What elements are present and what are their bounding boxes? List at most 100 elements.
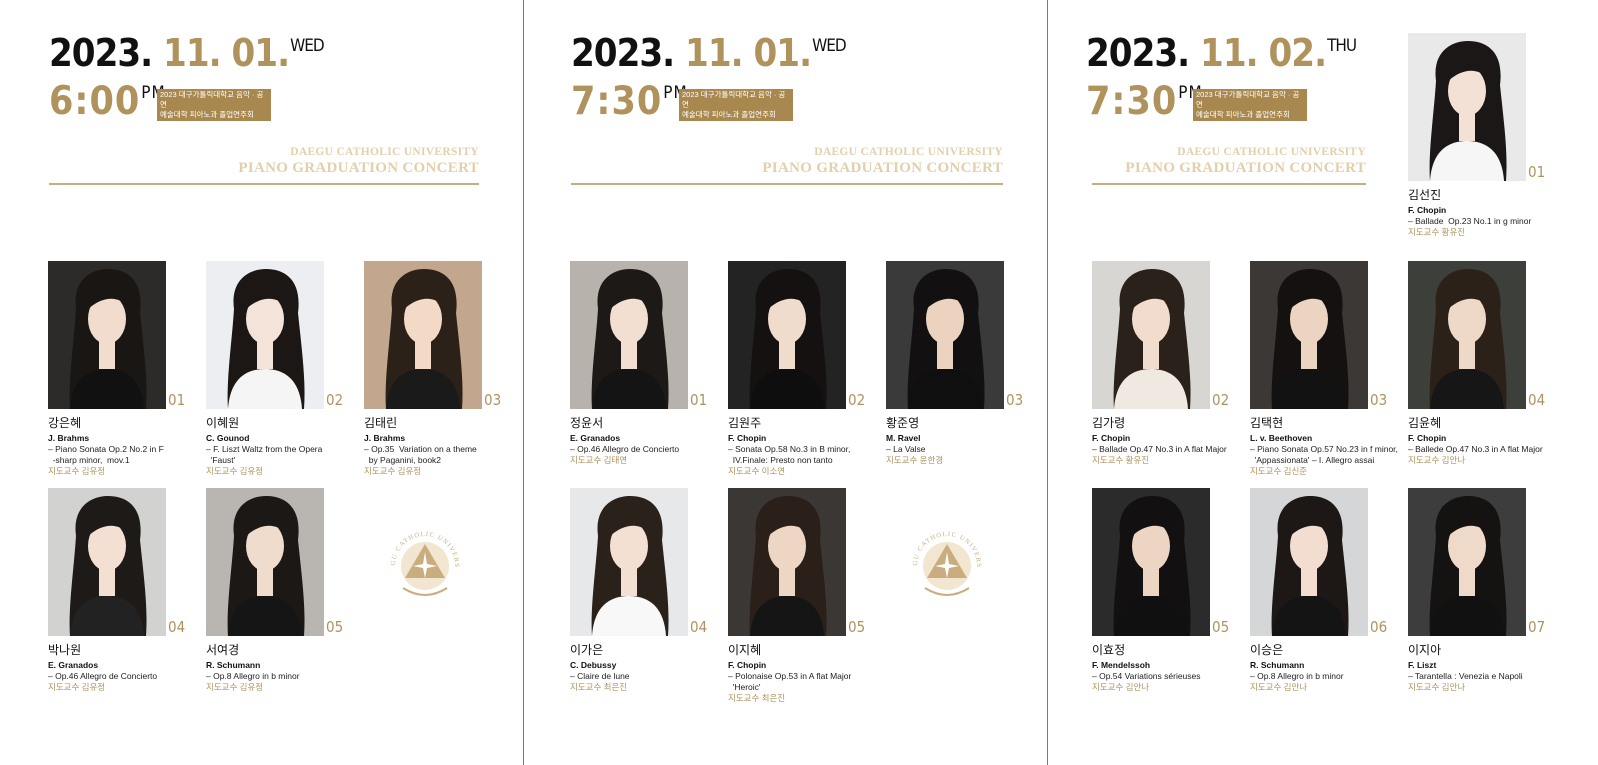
concert-date: 2023. 11. 01.WED <box>49 31 325 75</box>
event-tag: 2023 대구가톨릭대학교 음악 · 공연 예술대학 피아노과 졸업연주회 <box>157 89 271 121</box>
performer-name: 김가령 <box>1092 416 1126 430</box>
advising-professor: 지도교수 황유진 <box>1408 227 1466 237</box>
university-title: DAEGU CATHOLIC UNIVERSITY PIANO GRADUATIO… <box>1125 146 1366 176</box>
performer-name: 이가은 <box>570 643 604 657</box>
performer-photo <box>728 261 846 409</box>
program-work: – Op.46 Allegro de Concierto <box>570 444 680 454</box>
advising-professor: 지도교수 윤한경 <box>886 455 944 465</box>
program-work: – Op.8 Allegro in b minor <box>1250 671 1344 681</box>
concert-time: 7:30PM <box>571 79 688 124</box>
university-seal-logo: DAEGU CATHOLIC UNIVERSITY <box>380 517 467 606</box>
concert-date: 2023. 11. 01.WED <box>571 31 847 75</box>
performer-info: 이효정 F. Mendelssoh – Op.54 Variations série… <box>1092 643 1242 693</box>
advising-professor: 지도교수 최은진 <box>728 693 786 703</box>
performer-number: 03 <box>484 391 502 409</box>
program-work: – Sonata Op.58 No.3 in B minor, IV.Final… <box>728 444 851 465</box>
performer-photo <box>48 261 166 409</box>
performer-info: 김윤혜 F. Chopin – Ballede Op.47 No.3 in A fl… <box>1408 416 1558 466</box>
performer-number: 04 <box>1528 391 1546 409</box>
performer-name: 김택현 <box>1250 416 1284 430</box>
advising-professor: 지도교수 김유정 <box>48 682 106 692</box>
performer-name: 이효정 <box>1092 643 1126 657</box>
title-rule <box>1092 183 1366 185</box>
performer-number: 05 <box>1212 618 1230 636</box>
composer-name: F. Chopin <box>1408 205 1447 215</box>
composer-name: F. Chopin <box>728 433 767 443</box>
performer-number: 01 <box>690 391 708 409</box>
performer-info: 이승은 R. Schumann – Op.8 Allegro in b minor 지… <box>1250 643 1400 693</box>
composer-name: E. Granados <box>570 433 621 443</box>
performer-number: 02 <box>848 391 866 409</box>
performer-number: 03 <box>1370 391 1388 409</box>
composer-name: R. Schumann <box>1250 660 1305 670</box>
performer-number: 04 <box>690 618 708 636</box>
university-title: DAEGU CATHOLIC UNIVERSITY PIANO GRADUATIO… <box>762 146 1003 176</box>
concert-date: 2023. 11. 02.THU <box>1086 31 1357 75</box>
performer-name: 김윤혜 <box>1408 416 1442 430</box>
performer-info: 황준영 M. Ravel – La Valse 지도교수 윤한경 <box>886 416 1036 466</box>
performer-photo <box>206 261 324 409</box>
performer-number: 05 <box>848 618 866 636</box>
performer-info: 이가은 C. Debussy – Claire de lune 지도교수 최은진 <box>570 643 720 693</box>
title-rule <box>571 183 1003 185</box>
university-seal-logo: DAEGU CATHOLIC UNIVERSITY <box>902 517 989 606</box>
program-work: – Op.46 Allegro de Concierto <box>48 671 158 681</box>
advising-professor: 지도교수 김신준 <box>1250 466 1308 476</box>
composer-name: F. Chopin <box>1408 433 1447 443</box>
advising-professor: 지도교수 김유정 <box>48 466 106 476</box>
performer-name: 김선진 <box>1408 188 1442 202</box>
performer-photo <box>570 261 688 409</box>
performer-name: 이혜원 <box>206 416 240 430</box>
program-work: – Ballede Op.47 No.3 in A flat Major <box>1408 444 1543 454</box>
performer-number: 03 <box>1006 391 1024 409</box>
composer-name: F. Chopin <box>1092 433 1131 443</box>
program-work: – Tarantella : Venezia e Napoli <box>1408 671 1523 681</box>
advising-professor: 지도교수 김안나 <box>1408 682 1466 692</box>
performer-info: 김원주 F. Chopin – Sonata Op.58 No.3 in B min… <box>728 416 878 477</box>
advising-professor: 지도교수 김태연 <box>570 455 628 465</box>
program-work: – F. Liszt Waltz from the Opera 'Faust' <box>206 444 323 465</box>
concert-panel-3: 2023. 11. 02.THU 7:30PM 2023 대구가톨릭대학교 음악… <box>1037 0 1598 765</box>
performer-photo <box>570 488 688 636</box>
event-tag: 2023 대구가톨릭대학교 음악 · 공연 예술대학 피아노과 졸업연주회 <box>679 89 793 121</box>
performer-name: 박나원 <box>48 643 82 657</box>
performer-info: 강은혜 J. Brahms – Piano Sonata Op.2 No.2 in … <box>48 416 198 477</box>
composer-name: C. Debussy <box>570 660 617 670</box>
advising-professor: 지도교수 김유정 <box>364 466 422 476</box>
performer-info: 이혜원 C. Gounod – F. Liszt Waltz from the Op… <box>206 416 356 477</box>
performer-photo <box>886 261 1004 409</box>
performer-name: 정윤서 <box>570 416 604 430</box>
performer-name: 서여경 <box>206 643 240 657</box>
title-rule <box>49 183 479 185</box>
performer-info: 서여경 R. Schumann – Op.8 Allegro in b minor 지… <box>206 643 356 693</box>
program-work: – Ballade Op.23 No.1 in g minor <box>1408 216 1532 226</box>
performer-name: 이지아 <box>1408 643 1442 657</box>
advising-professor: 지도교수 김유정 <box>206 466 264 476</box>
composer-name: R. Schumann <box>206 660 261 670</box>
performer-info: 김선진 F. Chopin – Ballade Op.23 No.1 in g mi… <box>1408 188 1558 238</box>
program-work: – Ballade Op.47 No.3 in A flat Major <box>1092 444 1227 454</box>
performer-photo <box>1092 488 1210 636</box>
composer-name: M. Ravel <box>886 433 921 443</box>
composer-name: C. Gounod <box>206 433 250 443</box>
program-work: – Op.54 Variations sérieuses <box>1092 671 1201 681</box>
performer-photo <box>1408 488 1526 636</box>
program-work: – Piano Sonata Op.2 No.2 in F -sharp min… <box>48 444 164 465</box>
concert-panel-2: 2023. 11. 01.WED 7:30PM 2023 대구가톨릭대학교 음악… <box>522 0 1047 765</box>
performer-info: 김가령 F. Chopin – Ballade Op.47 No.3 in A fl… <box>1092 416 1242 466</box>
performer-photo <box>728 488 846 636</box>
concert-panel-1: 2023. 11. 01.WED 6:00PM 2023 대구가톨릭대학교 음악… <box>0 0 523 765</box>
composer-name: F. Chopin <box>728 660 767 670</box>
performer-info: 박나원 E. Granados – Op.46 Allegro de Concier… <box>48 643 198 693</box>
university-title: DAEGU CATHOLIC UNIVERSITY PIANO GRADUATIO… <box>238 146 479 176</box>
performer-info: 이지아 F. Liszt – Tarantella : Venezia e Napo… <box>1408 643 1558 693</box>
performer-name: 김태린 <box>364 416 398 430</box>
program-work: – La Valse <box>886 444 926 454</box>
performer-number: 07 <box>1528 618 1546 636</box>
performer-number: 05 <box>326 618 344 636</box>
performer-number: 02 <box>1212 391 1230 409</box>
performer-photo <box>1408 261 1526 409</box>
event-tag: 2023 대구가톨릭대학교 음악 · 공연 예술대학 피아노과 졸업연주회 <box>1193 89 1307 121</box>
performer-photo <box>206 488 324 636</box>
performer-photo <box>1408 33 1526 181</box>
